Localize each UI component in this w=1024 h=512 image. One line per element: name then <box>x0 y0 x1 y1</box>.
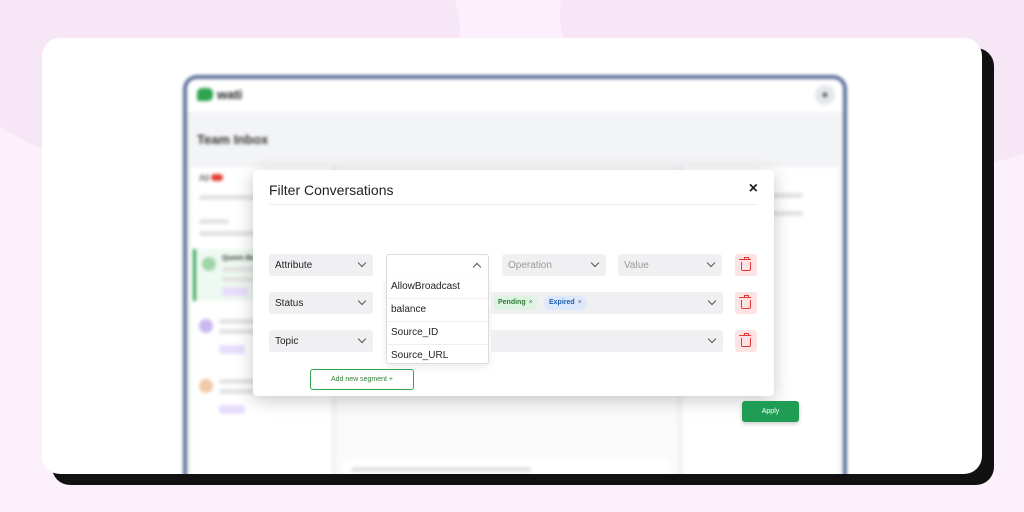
apply-button[interactable]: Apply <box>742 401 799 422</box>
tab-all[interactable]: All <box>199 173 224 183</box>
field-select-status[interactable]: Status <box>269 292 373 314</box>
add-segment-button[interactable]: Add new segment + <box>310 369 414 390</box>
topic-multiselect[interactable] <box>491 330 723 352</box>
screenshot-card: wati ● Team Inbox All Queen Bee Filter C… <box>42 38 982 474</box>
close-icon[interactable]: × <box>749 180 758 198</box>
message-composer[interactable] <box>343 459 669 474</box>
chevron-up-icon <box>472 262 482 272</box>
remove-tag-icon[interactable]: × <box>529 299 533 306</box>
field-select-label: Attribute <box>275 260 313 271</box>
trash-icon <box>739 333 751 347</box>
app-logo-text: wati <box>217 87 243 102</box>
avatar <box>199 379 213 393</box>
avatar <box>202 257 216 271</box>
field-select-label: Status <box>275 298 304 309</box>
status-multiselect[interactable]: Pending × Expired × <box>491 292 723 314</box>
delete-segment-button[interactable] <box>735 330 757 352</box>
unread-count-badge <box>211 174 224 181</box>
value-placeholder: Value <box>624 260 649 271</box>
avatar <box>199 319 213 333</box>
attribute-key-select[interactable] <box>386 254 489 276</box>
divider <box>269 204 758 205</box>
modal-title: Filter Conversations <box>269 182 394 198</box>
chevron-down-icon <box>357 258 367 268</box>
operation-select[interactable]: Operation <box>502 254 606 276</box>
trash-icon <box>739 257 751 271</box>
dropdown-option[interactable]: balance <box>387 299 488 322</box>
chevron-down-icon <box>707 334 717 344</box>
wati-logo-icon <box>197 88 213 101</box>
tab-all-label: All <box>199 173 210 183</box>
filter-conversations-modal: Filter Conversations × Attribute AllowBr… <box>253 170 799 422</box>
status-tag-expired: Expired × <box>544 296 587 310</box>
field-select-attribute[interactable]: Attribute <box>269 254 373 276</box>
chevron-down-icon <box>707 296 717 306</box>
trash-icon <box>739 295 751 309</box>
dropdown-option[interactable]: Source_ID <box>387 322 488 345</box>
attribute-dropdown-menu: AllowBroadcast balance Source_ID Source_… <box>386 276 489 364</box>
chevron-down-icon <box>706 258 716 268</box>
chevron-down-icon <box>357 334 367 344</box>
chevron-down-icon <box>357 296 367 306</box>
delete-segment-button[interactable] <box>735 292 757 314</box>
user-avatar-icon[interactable]: ● <box>815 85 835 105</box>
remove-tag-icon[interactable]: × <box>578 299 582 306</box>
page-title: Team Inbox <box>197 132 269 147</box>
status-tag-pending: Pending × <box>493 296 538 310</box>
field-select-topic[interactable]: Topic <box>269 330 373 352</box>
app-header: wati ● <box>187 79 843 112</box>
chevron-down-icon <box>590 258 600 268</box>
delete-segment-button[interactable] <box>735 254 757 276</box>
tag-label: Expired <box>549 299 575 306</box>
dropdown-option[interactable]: AllowBroadcast <box>387 276 488 299</box>
value-select[interactable]: Value <box>618 254 722 276</box>
field-select-label: Topic <box>275 336 299 347</box>
operation-placeholder: Operation <box>508 260 552 271</box>
tag-label: Pending <box>498 299 526 306</box>
dropdown-option[interactable]: Source_URL <box>387 345 488 367</box>
